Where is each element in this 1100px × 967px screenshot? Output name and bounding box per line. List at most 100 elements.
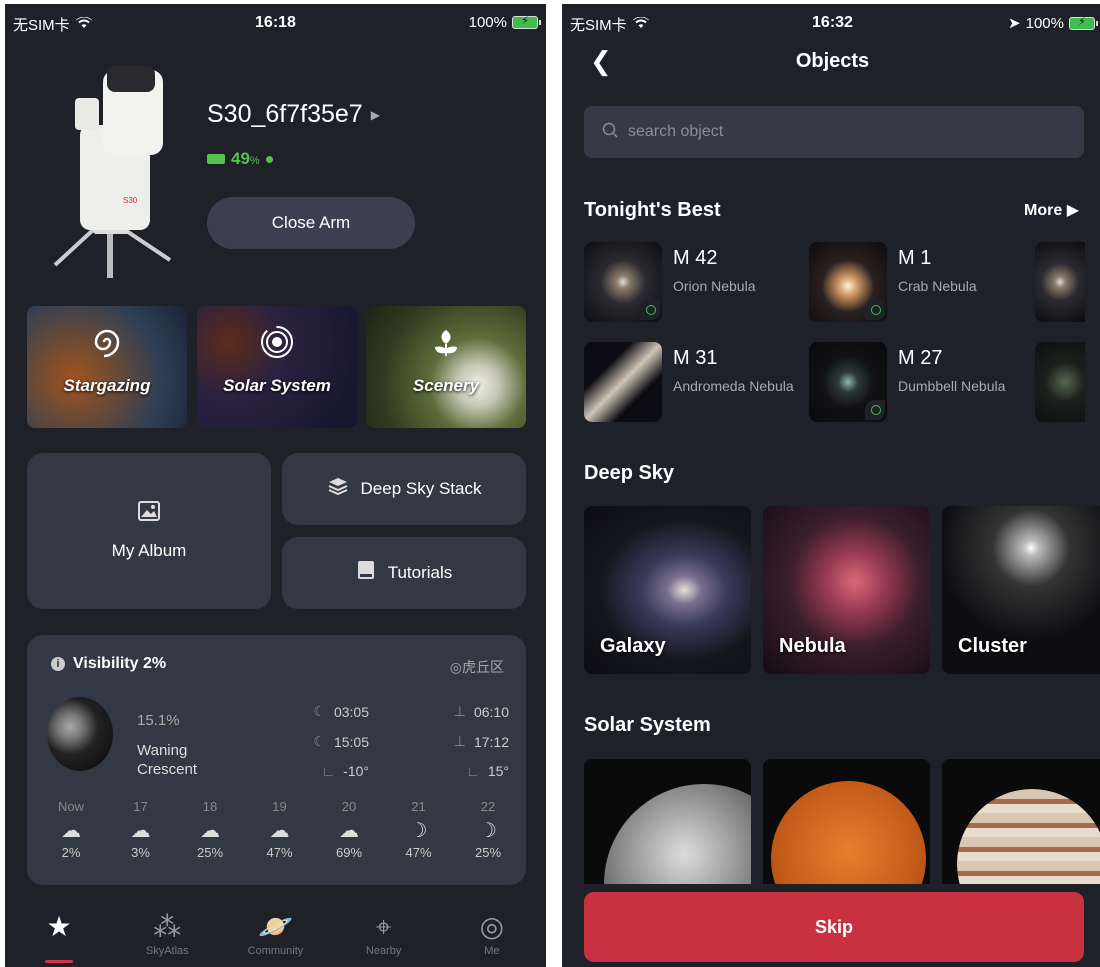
solar-sun-card[interactable] [763,759,930,884]
sunrise: ⊥ 06:10 [453,703,509,720]
mode-scenery[interactable]: Scenery [366,306,526,428]
battery-charging-icon [207,154,225,164]
forecast-item: 22 ☽ 25% [458,799,518,860]
clock: 16:18 [255,14,296,31]
object-thumbnail [1035,342,1085,422]
object-item-m31[interactable]: M 31 Andromeda Nebula [584,342,804,422]
tutorials-button[interactable]: Tutorials [282,537,526,609]
moon-phase-name: Waning Crescent [137,742,198,778]
chevron-right-icon: ▶ [370,108,380,123]
category-label: Galaxy [600,635,666,657]
angle-icon: ∟ [321,763,336,779]
status-bar: 无SIM卡 16:32 ➤ 100% ⚡ [562,4,1100,44]
solar-system-title: Solar System [584,714,711,736]
forecast-item: Now ☁ 2% [41,799,101,860]
sunset-icon: ⊥ [453,733,466,749]
mode-stargazing[interactable]: Stargazing [27,306,187,428]
search-placeholder: search object [628,123,724,140]
object-code: M 31 [673,347,718,369]
moonset-icon: ☾ [313,733,326,749]
planet-icon: 🪐 [258,911,293,942]
constellation-icon: ⁂ [153,911,182,942]
location-pin-icon: ◎ [449,659,462,675]
tab-home[interactable]: ★ [9,909,109,967]
hourly-forecast: Now ☁ 2% 17 ☁ 3% 18 ☁ 25% 19 ☁ 47% 20 ☁ 69% 21 ☽ 47%… [41,799,518,860]
object-thumbnail [584,242,662,322]
moonrise: ☾ 03:05 [313,703,369,720]
telescope-image[interactable]: S30 [45,60,175,280]
category-galaxy[interactable]: Galaxy [584,506,751,674]
object-item-m42[interactable]: M 42 Orion Nebula [584,242,804,322]
book-icon [356,560,376,586]
category-nebula[interactable]: Nebula [763,506,930,674]
mode-solar-system[interactable]: Solar System [197,306,357,428]
category-cluster[interactable]: Cluster [942,506,1100,674]
forecast-item: 19 ☁ 47% [250,799,310,860]
moon-phase-image [47,697,113,771]
object-item-m27[interactable]: M 27 Dumbbell Nebula [809,342,1029,422]
object-thumbnail [809,342,887,422]
deep-sky-title: Deep Sky [584,462,675,484]
cloud-icon: ☁ [269,820,290,842]
cloud-icon: ☁ [130,820,151,842]
visible-badge-icon [865,300,885,320]
location[interactable]: ◎虎丘区 [450,657,504,677]
orbit-icon [197,324,357,368]
active-tab-indicator [45,960,74,963]
more-button[interactable]: More ▶ [1024,200,1079,220]
cloud-icon: ☁ [339,820,359,842]
angle-icon: ∟ [466,763,480,779]
objects-screen: 无SIM卡 16:32 ➤ 100% ⚡ ❮ Objects search ob… [562,4,1100,967]
object-item-partial[interactable] [1035,242,1085,322]
mode-label: Stargazing [63,376,151,395]
device-name[interactable]: S30_6f7f35e7 ▶ [207,100,380,129]
moon-illumination: 15.1% [137,712,180,729]
search-input[interactable]: search object [584,106,1084,158]
object-code: M 42 [673,247,718,269]
spiral-galaxy-icon [27,324,187,368]
forecast-item: 20 ☁ 69% [319,799,379,860]
battery-icon: ⚡ [512,15,541,29]
object-item-m1[interactable]: M 1 Crab Nebula [809,242,1029,322]
object-name: Dumbbell Nebula [898,378,1006,394]
tab-skyatlas[interactable]: ⁂ SkyAtlas [117,909,217,967]
deep-sky-stack-label: Deep Sky Stack [360,479,482,498]
sunrise-icon: ⊥ [453,703,466,719]
connected-indicator [265,155,273,163]
solar-moon-card[interactable] [584,759,751,884]
flower-icon [366,324,526,368]
object-name: Andromeda Nebula [673,378,794,394]
mode-label: Solar System [223,376,331,395]
object-name: Crab Nebula [898,278,977,294]
my-album-label: My Album [111,541,187,560]
tonights-best-title: Tonight's Best [584,199,721,221]
category-label: Cluster [958,635,1027,657]
solar-jupiter-card[interactable] [942,759,1100,884]
object-item-partial[interactable] [1035,342,1085,422]
battery-percent: 100% [468,14,507,31]
moon-cloud-icon: ☽ [479,820,497,842]
visible-badge-icon [640,300,660,320]
close-arm-button[interactable]: Close Arm [207,197,415,249]
my-album-button[interactable]: My Album [27,453,271,609]
deep-sky-stack-button[interactable]: Deep Sky Stack [282,453,526,525]
moonrise-icon: ☾ [313,703,326,719]
tab-me[interactable]: ◎ Me [442,909,542,967]
location-arrow-icon: ➤ [1008,15,1021,32]
moonset: ☾ 15:05 [313,733,369,750]
battery-icon: ⚡ [1069,16,1098,30]
search-icon [602,122,618,143]
cloud-icon: ☁ [200,820,220,842]
cloud-icon: ☁ [61,820,81,842]
device-battery: 49% [207,149,273,169]
forecast-item: 18 ☁ 25% [180,799,240,860]
object-thumbnail [584,342,662,422]
tab-nearby[interactable]: ⌖ Nearby [334,909,434,967]
object-name: Orion Nebula [673,278,756,294]
tab-community[interactable]: 🪐 Community [225,909,325,967]
skip-button[interactable]: Skip [584,892,1084,962]
object-thumbnail [1035,242,1085,322]
profile-icon: ◎ [479,911,505,942]
category-label: Nebula [779,635,846,657]
visibility-panel[interactable]: i Visibility 2% ◎虎丘区 15.1% Waning Cresce… [27,635,526,885]
